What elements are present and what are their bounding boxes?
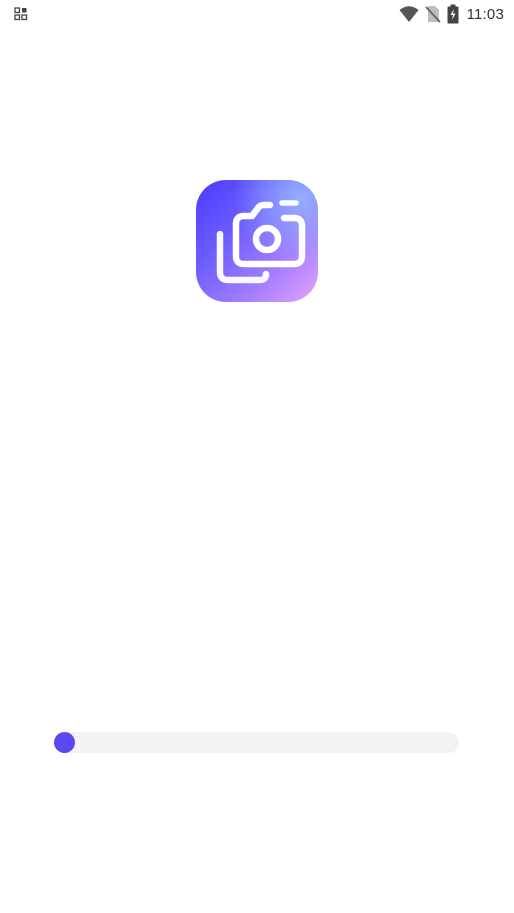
wifi-icon [399,5,419,23]
status-bar: 11:03 [0,0,514,28]
battery-charging-icon [447,4,459,24]
gallery-camera-icon [216,200,306,284]
status-clock: 11:03 [466,5,504,23]
status-icons: 11:03 [399,3,504,25]
notification-grid-icon [14,7,28,21]
app-logo [196,180,318,302]
loading-progress-bar [54,732,459,753]
loading-progress-fill [54,732,75,753]
no-sim-icon [424,5,441,23]
